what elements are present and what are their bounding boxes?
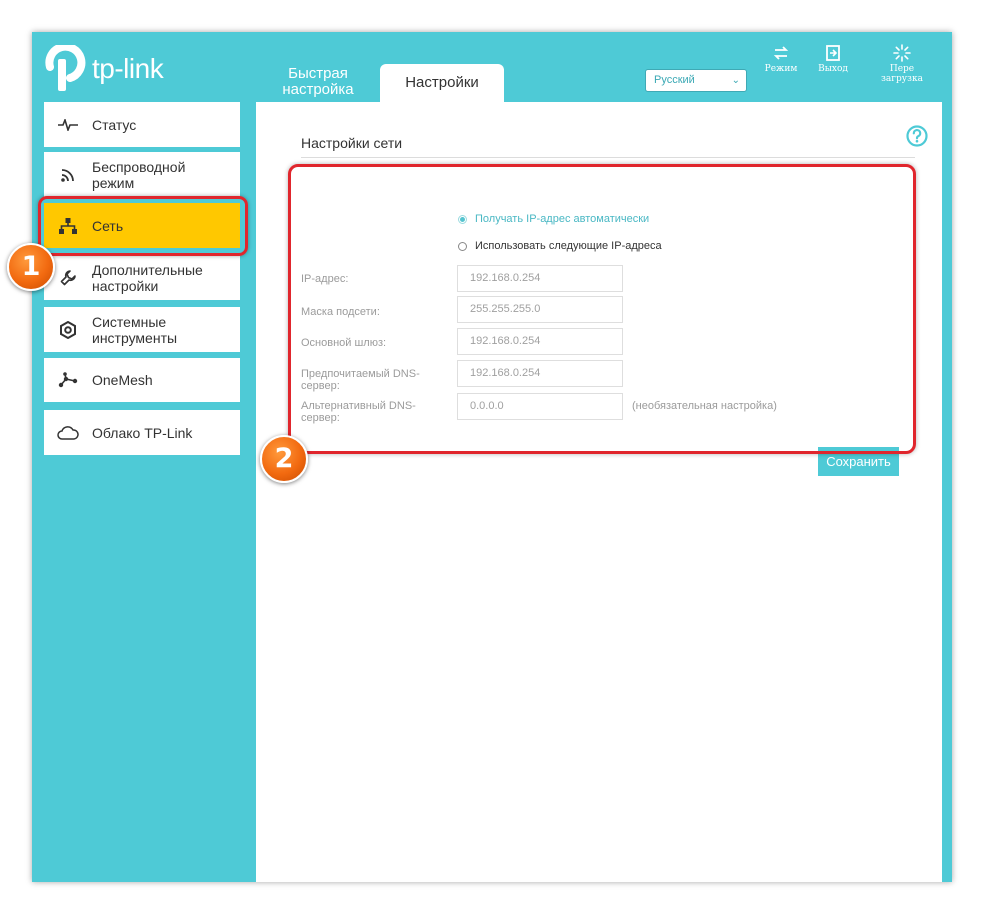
sidebar-item-onemesh[interactable]: OneMesh: [44, 358, 240, 402]
cloud-icon: [44, 425, 92, 440]
mode-button[interactable]: Режим: [751, 44, 811, 74]
tp-link-logo: tp-link: [44, 44, 164, 94]
gear-icon: [44, 320, 92, 339]
tab-quick-setup[interactable]: Быстрая настройка: [268, 66, 368, 98]
annotation-highlight-box: [288, 164, 916, 454]
sidebar-item-status[interactable]: Статус: [44, 102, 240, 147]
sidebar-item-label: OneMesh: [92, 372, 153, 388]
logout-icon: [826, 45, 840, 61]
annotation-highlight-sidebar: [38, 196, 248, 256]
tp-link-logo-mark: [45, 45, 86, 91]
router-admin-window: tp-link Быстрая настройка Настройки Русс…: [32, 32, 952, 882]
sidebar-item-label: Дополнительные настройки: [92, 262, 203, 294]
annotation-badge-1: 1: [7, 243, 55, 291]
reboot-button-label: Пере загрузка: [881, 64, 923, 84]
logout-button-label: Выход: [818, 64, 848, 74]
sidebar-item-advanced[interactable]: Дополнительные настройки: [44, 256, 240, 300]
page-title: Настройки сети: [301, 135, 403, 151]
language-select-value: Русский: [654, 74, 695, 86]
annotation-badge-2: 2: [260, 435, 308, 483]
sidebar-item-label: Системные инструменты: [92, 313, 178, 346]
sidebar-item-cloud[interactable]: Облако TP-Link: [44, 410, 240, 455]
wireless-icon: [44, 167, 92, 183]
title-divider: [301, 157, 915, 158]
language-select[interactable]: Русский ⌄: [645, 69, 747, 92]
sidebar-item-label: Облако TP-Link: [92, 424, 193, 441]
logo-text: tp-link: [92, 53, 164, 84]
sidebar-item-wireless[interactable]: Беспроводной режим: [44, 152, 240, 198]
reboot-icon: [893, 44, 911, 62]
help-icon[interactable]: [906, 125, 928, 147]
sidebar-item-label: Статус: [92, 116, 137, 133]
sidebar-item-system-tools[interactable]: Системные инструменты: [44, 307, 240, 352]
logout-button[interactable]: Выход: [803, 44, 863, 74]
network-settings-panel: Настройки сети Получать IP-адрес автомат…: [256, 102, 942, 882]
mode-icon: [773, 46, 789, 60]
tab-settings[interactable]: Настройки: [380, 64, 504, 102]
mesh-icon: [44, 372, 92, 388]
sidebar-item-label: Беспроводной режим: [92, 159, 186, 191]
mode-button-label: Режим: [764, 64, 798, 74]
chevron-down-icon: ⌄: [731, 75, 740, 86]
reboot-button[interactable]: Пере загрузка: [868, 44, 936, 84]
status-pulse-icon: [44, 118, 92, 131]
